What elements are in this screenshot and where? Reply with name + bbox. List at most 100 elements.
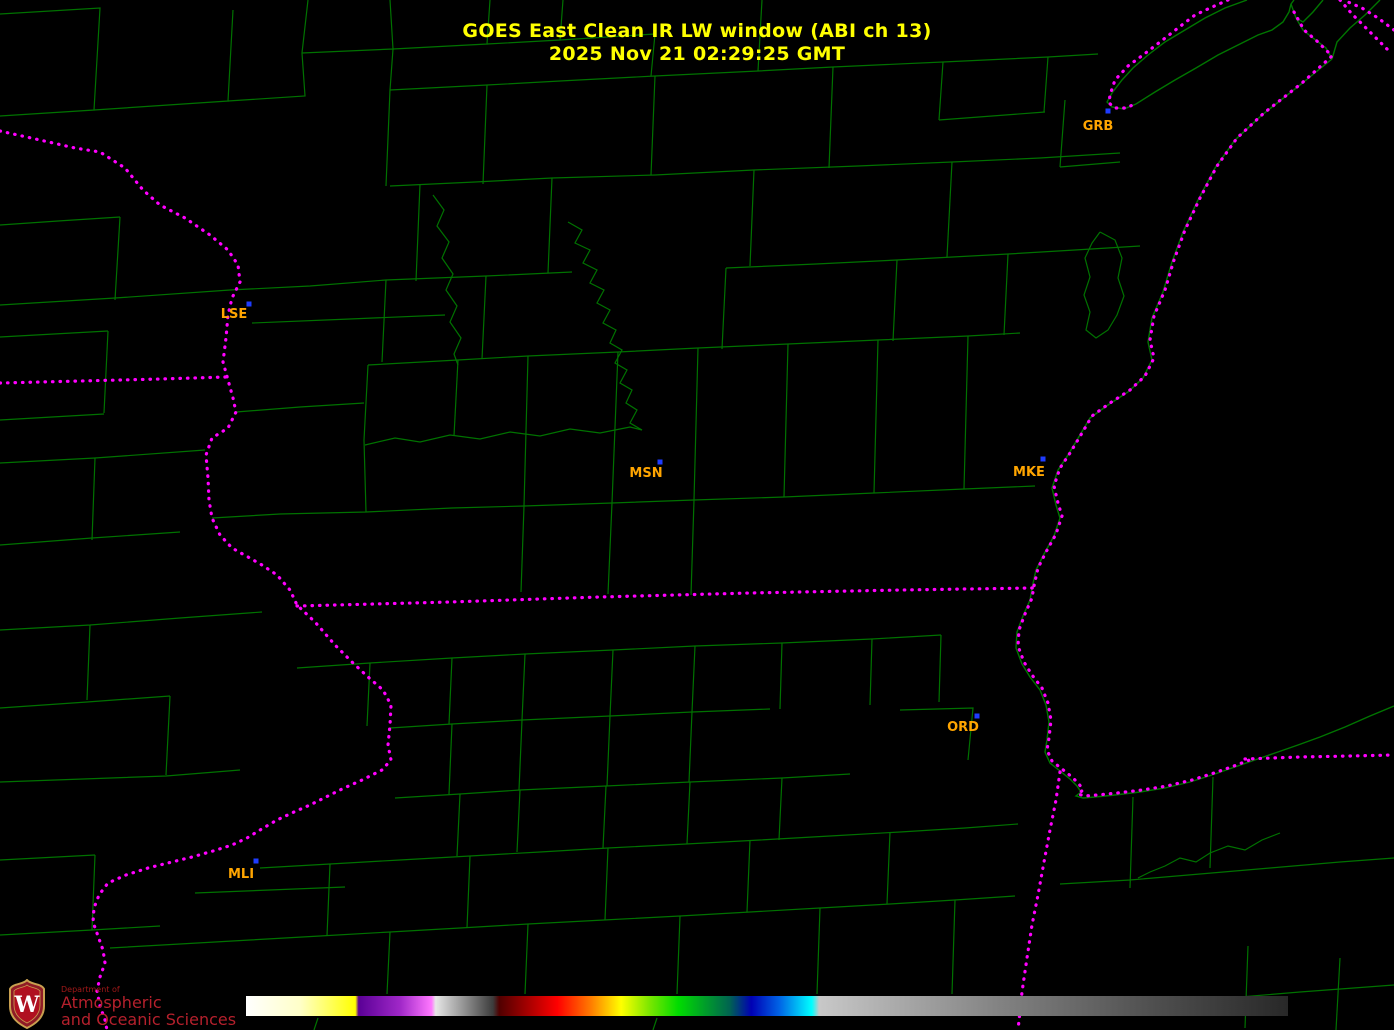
county-boundary-line <box>652 1017 658 1030</box>
county-boundary-line <box>686 781 691 845</box>
station-label-MKE: MKE <box>1013 465 1045 480</box>
county-boundary-line <box>521 653 526 721</box>
county-boundary-line <box>466 855 471 929</box>
county-boundary-line <box>869 638 873 706</box>
county-boundary-line <box>109 895 1016 949</box>
county-boundary-line <box>963 335 969 490</box>
station-label-MSN: MSN <box>629 466 662 481</box>
county-boundary-line <box>211 485 1036 519</box>
county-boundary-line <box>364 426 643 446</box>
state-border-line <box>295 586 1035 608</box>
county-boundary-line <box>676 915 681 995</box>
station-dot-MSN <box>657 459 663 465</box>
county-boundary-line <box>0 413 105 421</box>
county-boundary-line <box>892 259 898 342</box>
station-label-MLI: MLI <box>228 867 254 882</box>
county-boundary-line <box>607 502 613 595</box>
county-boundary-line <box>778 777 783 841</box>
station-label-GRB: GRB <box>1083 119 1114 134</box>
county-boundary-line <box>114 216 121 301</box>
ir-temperature-colorbar <box>246 996 1288 1016</box>
county-boundary-line <box>448 723 453 795</box>
state-border-line <box>0 375 228 385</box>
county-boundary-line <box>524 923 529 995</box>
uw-crest-icon: W <box>9 979 45 1029</box>
county-boundary-line <box>523 355 529 507</box>
county-boundary-line <box>828 66 834 169</box>
county-boundary-line <box>259 823 1019 869</box>
county-boundary-line <box>235 402 365 413</box>
satellite-image-viewport: GRB LSE MSN MKE ORD MLI GOES East Clean IR LW… <box>0 0 1394 1030</box>
county-boundary-line <box>482 84 488 185</box>
county-boundary-line <box>0 854 96 861</box>
county-boundary-line <box>946 161 953 258</box>
county-boundary-line <box>0 611 263 631</box>
image-title: GOES East Clean IR LW window (ABI ch 13)… <box>0 20 1394 66</box>
logo-name-line2: and Oceanic Sciences <box>61 1010 237 1029</box>
county-boundary-line <box>1059 161 1121 168</box>
county-boundary-line <box>1209 776 1214 869</box>
county-boundary-line <box>251 314 446 324</box>
lake-shoreline <box>1295 0 1324 23</box>
county-boundary-line <box>389 708 771 729</box>
county-boundary-line <box>938 61 944 121</box>
county-boundary-line <box>366 662 371 727</box>
county-boundary-line <box>690 499 695 596</box>
county-boundary-line <box>602 785 607 849</box>
station-dot-MLI <box>253 858 259 864</box>
county-boundary-line <box>86 624 91 701</box>
county-boundary-line <box>746 839 751 913</box>
county-boundary-line <box>0 330 109 338</box>
county-boundary-line <box>0 695 171 709</box>
county-boundary-line <box>453 359 459 437</box>
county-boundary-line <box>938 634 942 703</box>
county-boundary-line <box>456 793 461 857</box>
station-label-LSE: LSE <box>221 307 248 322</box>
county-boundary-line <box>518 719 523 791</box>
county-boundary-line <box>721 267 727 350</box>
county-boundary-line <box>604 847 609 921</box>
title-line1: GOES East Clean IR LW window (ABI ch 13) <box>462 20 932 42</box>
county-boundary-line <box>432 194 462 366</box>
county-boundary-line <box>1137 832 1281 879</box>
logo-text: Department of Atmospheric and Oceanic Sc… <box>61 979 236 1028</box>
county-boundary-line <box>691 645 696 713</box>
county-boundary-line <box>609 649 614 717</box>
state-border-line <box>1016 10 1335 798</box>
county-boundary-line <box>1059 857 1394 885</box>
county-boundary-line <box>91 457 96 541</box>
county-boundary-line <box>951 899 956 995</box>
state-border-line <box>0 129 393 1030</box>
county-boundary-line <box>448 657 453 725</box>
county-boundary-line <box>0 925 161 936</box>
county-boundary-line <box>938 111 1046 121</box>
county-boundary-line <box>386 931 391 995</box>
county-boundary-line <box>725 245 1141 269</box>
county-boundary-line <box>547 177 553 274</box>
crest-monogram: W <box>14 992 40 1018</box>
county-boundary-line <box>749 169 755 267</box>
county-boundary-line <box>783 343 789 498</box>
county-boundary-line <box>611 351 619 504</box>
county-boundary-line <box>693 347 699 501</box>
county-boundary-line <box>516 789 521 853</box>
county-boundary-line <box>0 449 206 464</box>
county-boundary-line <box>1003 253 1009 336</box>
county-boundary-line <box>481 275 487 360</box>
county-boundary-line <box>520 505 525 593</box>
county-boundary-line <box>606 715 611 787</box>
station-dot-ORD <box>974 713 980 719</box>
station-label-ORD: ORD <box>947 720 979 735</box>
station-dot-MKE <box>1040 456 1046 462</box>
state-border-line <box>1016 770 1062 1030</box>
logo-name-line1: Atmospheric <box>61 993 162 1012</box>
county-boundary-line <box>103 330 109 414</box>
county-boundary-line <box>296 634 942 669</box>
county-boundary-line <box>363 364 369 513</box>
county-boundary-line <box>389 152 1121 187</box>
county-boundary-line <box>326 863 331 937</box>
county-boundary-line <box>385 89 391 187</box>
title-line2: 2025 Nov 21 02:29:25 GMT <box>548 43 846 65</box>
uw-aos-logo: W Department of Atmospheric and Oceanic … <box>5 979 236 1029</box>
county-boundary-line <box>381 279 387 363</box>
